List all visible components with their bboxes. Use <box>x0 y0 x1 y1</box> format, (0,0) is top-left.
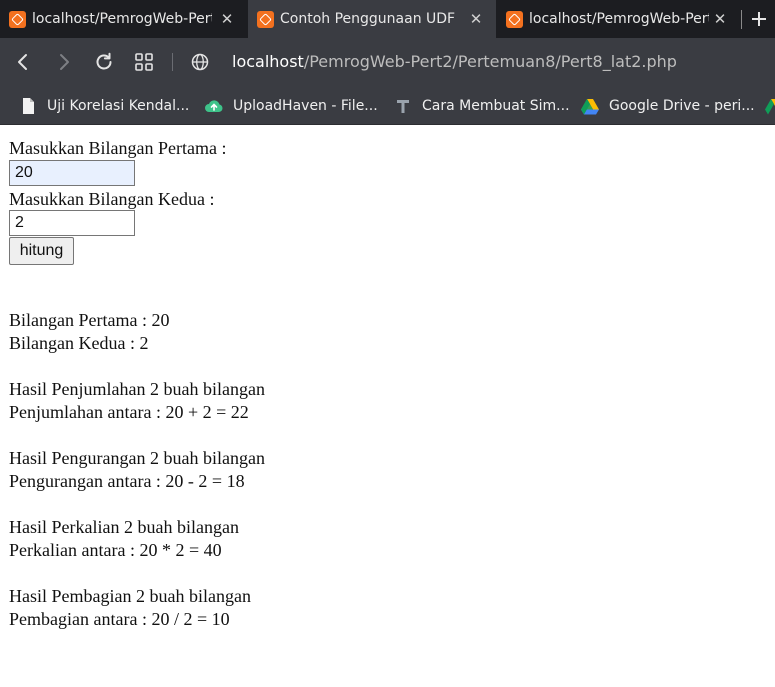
google-drive-icon <box>581 99 599 115</box>
google-drive-icon <box>765 99 775 115</box>
sum-result: Penjumlahan antara : 20 + 2 = 22 <box>9 402 249 422</box>
document-icon <box>23 98 34 114</box>
t-icon <box>397 100 409 113</box>
url-host: localhost <box>232 52 304 71</box>
address-bar[interactable]: localhost/PemrogWeb-Pert2/Pertemuan8/Per… <box>232 51 677 73</box>
toolbar-separator <box>172 53 173 71</box>
close-icon[interactable]: ✕ <box>468 11 484 27</box>
globe-icon[interactable] <box>190 52 210 72</box>
browser-toolbar: localhost/PemrogWeb-Pert2/Pertemuan8/Per… <box>0 38 775 87</box>
result-second-number: Bilangan Kedua : 2 <box>9 333 149 353</box>
division-title: Hasil Pembagian 2 buah bilangan <box>9 586 251 606</box>
product-result: Perkalian antara : 20 * 2 = 40 <box>9 540 222 560</box>
tab-title: localhost/PemrogWeb-Pert <box>529 11 709 27</box>
bookmark-uji-korelasi[interactable]: Uji Korelasi Kendal... <box>18 87 189 125</box>
page-content: Masukkan Bilangan Pertama : 20 Masukkan … <box>0 126 775 687</box>
result-first-number: Bilangan Pertama : 20 <box>9 310 170 330</box>
tab-localhost-1[interactable]: localhost/PemrogWeb-Pert ✕ <box>0 0 247 38</box>
tab-contoh-penggunaan-udf[interactable]: Contoh Penggunaan UDF ✕ <box>248 0 496 38</box>
bookmark-uploadhaven[interactable]: UploadHaven - File... <box>204 87 378 125</box>
product-title: Hasil Perkalian 2 buah bilangan <box>9 517 239 537</box>
bookmark-google-drive[interactable]: Google Drive - peri... <box>580 87 755 125</box>
bookmark-google-drive-2[interactable] <box>764 87 775 125</box>
tab-strip: localhost/PemrogWeb-Pert ✕ Contoh Penggu… <box>0 0 775 38</box>
new-tab-plus-icon[interactable] <box>748 8 770 30</box>
division-result: Pembagian antara : 20 / 2 = 10 <box>9 609 230 629</box>
difference-title: Hasil Pengurangan 2 buah bilangan <box>9 448 265 468</box>
uploadhaven-icon <box>205 100 223 112</box>
bookmark-cara-membuat[interactable]: Cara Membuat Sim... <box>393 87 570 125</box>
difference-result: Pengurangan antara : 20 - 2 = 18 <box>9 471 245 491</box>
xampp-favicon-icon <box>506 10 523 28</box>
tab-title: Contoh Penggunaan UDF <box>280 11 456 27</box>
bookmark-label: Uji Korelasi Kendal... <box>47 98 190 114</box>
first-number-input[interactable]: 20 <box>9 160 135 186</box>
reload-icon[interactable] <box>92 50 116 74</box>
url-path: /PemrogWeb-Pert2/Pertemuan8/Pert8_lat2.p… <box>303 52 677 71</box>
label-first-number: Masukkan Bilangan Pertama : <box>9 138 227 158</box>
back-arrow-icon[interactable] <box>11 50 35 74</box>
tab-localhost-2[interactable]: localhost/PemrogWeb-Pert ✕ <box>497 0 740 38</box>
sum-title: Hasil Penjumlahan 2 buah bilangan <box>9 379 265 399</box>
close-icon[interactable]: ✕ <box>712 11 728 27</box>
bookmark-label: UploadHaven - File... <box>233 98 378 114</box>
bookmark-label: Google Drive - peri... <box>609 98 755 114</box>
close-icon[interactable]: ✕ <box>219 11 235 27</box>
tab-title: localhost/PemrogWeb-Pert <box>32 11 212 27</box>
bookmark-label: Cara Membuat Sim... <box>422 98 570 114</box>
forward-arrow-icon[interactable] <box>52 50 76 74</box>
xampp-favicon-icon <box>257 10 274 28</box>
tab-divider <box>741 10 742 29</box>
label-second-number: Masukkan Bilangan Kedua : <box>9 189 215 209</box>
second-number-input[interactable]: 2 <box>9 210 135 236</box>
xampp-favicon-icon <box>9 10 26 28</box>
hitung-button[interactable]: hitung <box>9 237 74 265</box>
tab-grid-icon[interactable] <box>132 50 156 74</box>
bookmarks-bar: Uji Korelasi Kendal... UploadHaven - Fil… <box>0 87 775 125</box>
